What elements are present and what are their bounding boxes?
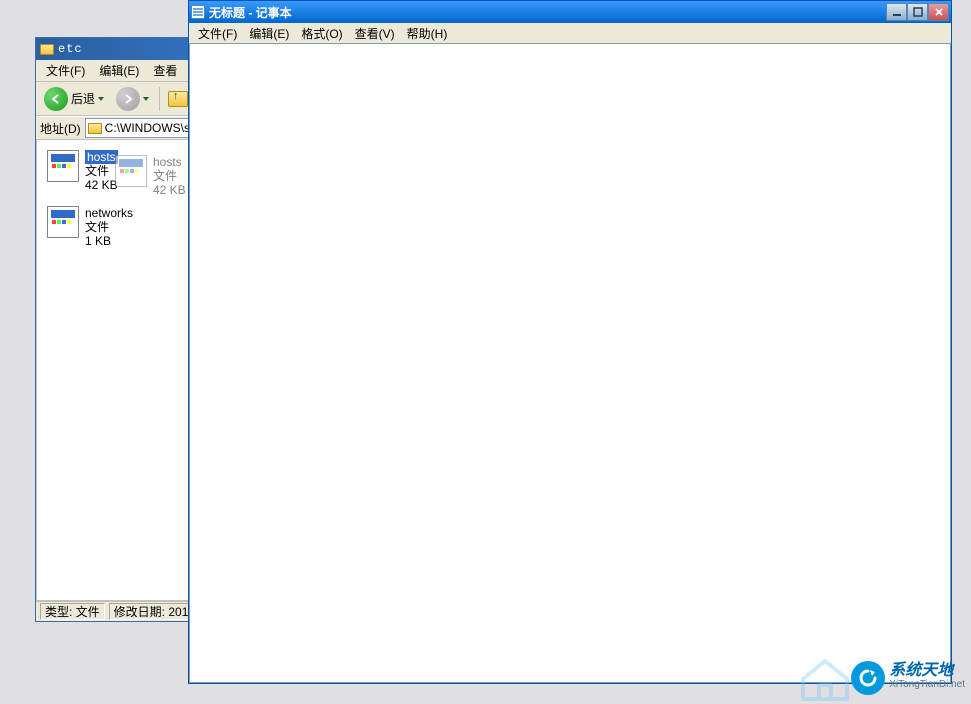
close-button[interactable]: [928, 3, 949, 21]
notepad-menubar: 文件(F) 编辑(E) 格式(O) 查看(V) 帮助(H): [189, 23, 951, 43]
folder-icon: [88, 123, 102, 134]
house-watermark-icon: [795, 651, 855, 701]
folder-icon: [40, 44, 54, 55]
address-value: C:\WINDOWS\s: [105, 121, 190, 135]
menu-edit[interactable]: 编辑(E): [244, 23, 294, 44]
notepad-titlebar[interactable]: 无标题 - 记事本: [189, 1, 951, 23]
window-buttons: [886, 3, 949, 21]
menu-view[interactable]: 查看(V): [350, 23, 400, 44]
notepad-text-area[interactable]: [189, 43, 951, 683]
file-type: 文件: [85, 220, 133, 234]
forward-arrow-icon: [116, 87, 140, 111]
generic-file-icon: [47, 206, 79, 238]
notepad-window: 无标题 - 记事本 文件(F) 编辑(E) 格式(O) 查看(V) 帮助(H): [188, 0, 952, 684]
menu-file[interactable]: 文件(F): [193, 23, 242, 44]
file-size: 1 KB: [85, 234, 133, 248]
back-button[interactable]: 后退: [40, 85, 108, 113]
file-size: 42 KB: [153, 183, 186, 197]
watermark-text-cn: 系统天地: [889, 664, 965, 678]
forward-button[interactable]: [112, 85, 153, 113]
menu-file[interactable]: 文件(F): [40, 60, 91, 81]
notepad-icon: [191, 5, 205, 19]
maximize-button[interactable]: [907, 3, 928, 21]
up-button[interactable]: [166, 87, 190, 111]
menu-view[interactable]: 查看: [147, 60, 183, 81]
file-type: 文件: [85, 164, 118, 178]
up-folder-icon: [168, 91, 188, 107]
address-label: 地址(D): [40, 120, 81, 137]
watermark-text-en: XiTongTianDi.net: [889, 678, 965, 692]
file-name: hosts: [153, 155, 186, 169]
minimize-button[interactable]: [886, 3, 907, 21]
toolbar-separator: [159, 87, 160, 111]
drag-ghost-file: hosts 文件 42 KB: [115, 155, 186, 197]
explorer-title: etc: [58, 42, 83, 56]
status-modified: 修改日期: 2014: [109, 603, 200, 620]
file-size: 42 KB: [85, 178, 118, 192]
menu-format[interactable]: 格式(O): [296, 23, 347, 44]
back-label: 后退: [71, 90, 95, 107]
watermark: 系统天地 XiTongTianDi.net: [851, 661, 965, 695]
generic-file-icon: [115, 155, 147, 187]
file-name: networks: [85, 206, 133, 220]
menu-help[interactable]: 帮助(H): [402, 23, 453, 44]
status-type: 类型: 文件: [40, 603, 105, 620]
chevron-down-icon[interactable]: [143, 97, 149, 101]
file-type: 文件: [153, 169, 186, 183]
generic-file-icon: [47, 150, 79, 182]
notepad-title: 无标题 - 记事本: [209, 4, 882, 21]
menu-edit[interactable]: 编辑(E): [93, 60, 145, 81]
file-name: hosts: [85, 150, 118, 164]
chevron-down-icon[interactable]: [98, 97, 104, 101]
watermark-logo-icon: [851, 661, 885, 695]
file-item-networks[interactable]: networks 文件 1 KB: [45, 204, 195, 250]
back-arrow-icon: [44, 87, 68, 111]
